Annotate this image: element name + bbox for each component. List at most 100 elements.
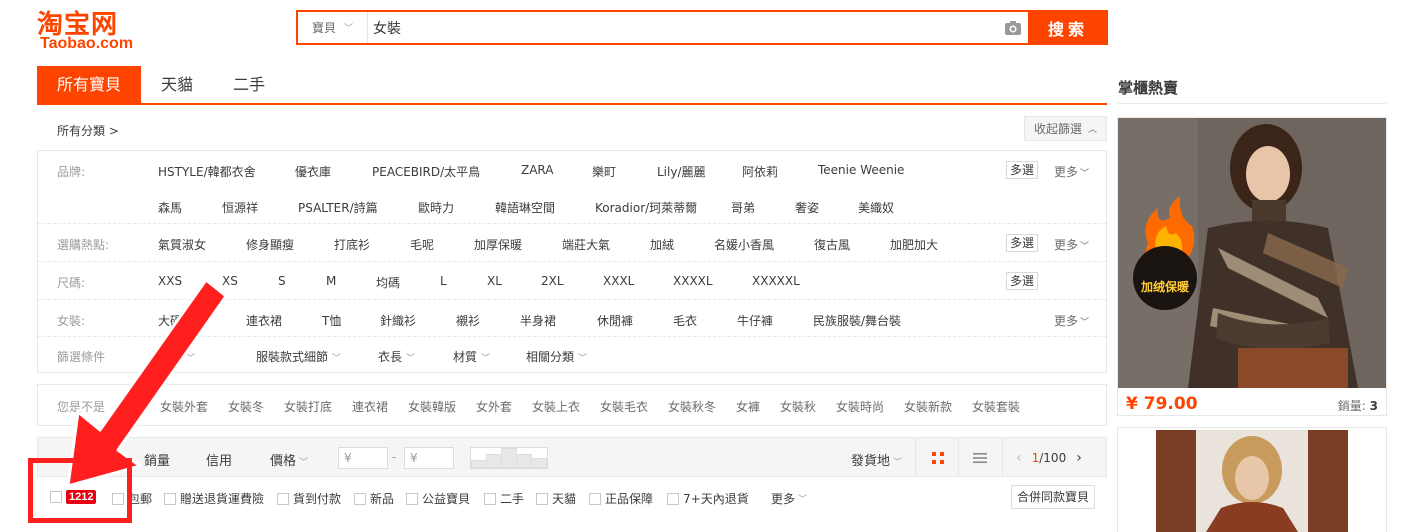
related-item[interactable]: 女裝上衣 [532, 398, 580, 415]
condition-dropdown[interactable]: 相關分類 ﹀ [526, 348, 587, 365]
hot-item[interactable]: 名媛小香風 [714, 236, 774, 253]
grid-view-icon[interactable] [930, 450, 946, 466]
size-item[interactable]: XXXL [603, 274, 634, 288]
checkbox[interactable] [667, 492, 679, 505]
brand-item[interactable]: Koradior/珂萊蒂爾 [595, 199, 697, 216]
service-7day-return[interactable]: 7+天內退貨 [667, 490, 749, 507]
product-card[interactable] [1117, 427, 1387, 532]
brand-item[interactable]: 優衣庫 [295, 163, 331, 180]
size-item[interactable]: S [278, 274, 286, 288]
hot-item[interactable]: 加厚保暖 [474, 236, 522, 253]
women-item[interactable]: 休閒褲 [597, 312, 633, 329]
brand-item[interactable]: 樂町 [592, 163, 616, 180]
size-item[interactable]: XS [222, 274, 238, 288]
size-item[interactable]: XL [487, 274, 502, 288]
brand-item[interactable]: Teenie Weenie [818, 163, 904, 177]
tab-tmall[interactable]: 天貓 [141, 66, 213, 103]
condition-dropdown[interactable]: 齡 ﹀ [170, 348, 195, 365]
brand-item[interactable]: 哥弟 [731, 199, 755, 216]
collapse-filters-button[interactable]: 收起篩選 ︿ [1024, 116, 1107, 141]
search-category-select[interactable]: 寶貝 ﹀ [298, 12, 368, 43]
multi-select-button[interactable]: 多選 [1006, 234, 1038, 252]
more-button[interactable]: 更多 ﹀ [1054, 312, 1089, 329]
hot-item[interactable]: 打底衫 [334, 236, 370, 253]
ship-from-dropdown[interactable]: 發貨地 ﹀ [851, 450, 902, 469]
search-input[interactable] [368, 12, 998, 43]
related-item[interactable]: 女裝冬 [228, 398, 264, 415]
women-item[interactable]: 毛衣 [673, 312, 697, 329]
brand-item[interactable]: 奢姿 [795, 199, 819, 216]
women-item[interactable]: 針織衫 [380, 312, 416, 329]
service-charity[interactable]: 公益寶貝 [406, 490, 470, 507]
women-item[interactable]: 民族服裝/舞台裝 [813, 312, 901, 329]
multi-select-button[interactable]: 多選 [1006, 161, 1038, 179]
related-item[interactable]: 女裝新款 [904, 398, 952, 415]
service-return-insurance[interactable]: 贈送退貨運費險 [164, 490, 264, 507]
price-histogram[interactable] [470, 447, 548, 469]
product-card[interactable]: 加绒保暖 ¥ 79.00 銷量: 3 [1117, 117, 1387, 416]
product-image[interactable] [1156, 430, 1348, 532]
hot-item[interactable]: 復古風 [814, 236, 850, 253]
checkbox[interactable] [484, 492, 496, 505]
brand-item[interactable]: 韓語琳空間 [495, 199, 555, 216]
service-cod[interactable]: 貨到付款 [277, 490, 341, 507]
related-item[interactable]: 女裝打底 [284, 398, 332, 415]
more-button[interactable]: 更多 ﹀ [1054, 236, 1089, 253]
size-item[interactable]: M [326, 274, 336, 288]
service-more[interactable]: 更多 ﹀ [771, 490, 807, 507]
service-genuine[interactable]: 正品保障 [589, 490, 653, 507]
women-item[interactable]: 連衣裙 [246, 312, 282, 329]
sort-credit[interactable]: 信用 [206, 450, 232, 469]
list-view-icon[interactable] [972, 450, 988, 466]
price-min-input[interactable]: ¥ [338, 447, 388, 469]
breadcrumb[interactable]: 所有分類 > [57, 122, 119, 139]
checkbox[interactable] [589, 492, 601, 505]
related-item[interactable]: 女裝秋 [780, 398, 816, 415]
brand-item[interactable]: 森馬 [158, 199, 182, 216]
hot-item[interactable]: 端莊大氣 [562, 236, 610, 253]
checkbox[interactable] [277, 492, 289, 505]
service-tmall[interactable]: 天貓 [536, 490, 576, 507]
brand-item[interactable]: 恒源祥 [222, 199, 258, 216]
next-page-icon[interactable]: › [1076, 450, 1082, 466]
brand-item[interactable]: 美織奴 [858, 199, 894, 216]
tab-secondhand[interactable]: 二手 [213, 66, 285, 103]
women-item[interactable]: T恤 [322, 312, 341, 329]
hot-item[interactable]: 加肥加大 [890, 236, 938, 253]
service-new[interactable]: 新品 [354, 490, 394, 507]
hot-item[interactable]: 毛呢 [410, 236, 434, 253]
related-item[interactable]: 連衣裙 [352, 398, 388, 415]
brand-item[interactable]: HSTYLE/韓都衣舍 [158, 163, 256, 180]
size-item[interactable]: XXXXXL [752, 274, 800, 288]
multi-select-button[interactable]: 多選 [1006, 272, 1038, 290]
taobao-logo[interactable]: 淘宝网 Taobao.com [37, 4, 147, 52]
women-item[interactable]: 牛仔褲 [737, 312, 773, 329]
checkbox[interactable] [536, 492, 548, 505]
hot-item[interactable]: 加絨 [650, 236, 674, 253]
women-item[interactable]: 半身裙 [520, 312, 556, 329]
related-item[interactable]: 女褲 [736, 398, 760, 415]
size-item[interactable]: 2XL [541, 274, 564, 288]
product-image[interactable]: 加绒保暖 [1118, 118, 1386, 388]
tab-all[interactable]: 所有寶貝 [37, 66, 142, 103]
hot-item[interactable]: 氣質淑女 [158, 236, 206, 253]
checkbox[interactable] [406, 492, 418, 505]
prev-page-icon[interactable]: ‹ [1016, 450, 1022, 466]
brand-item[interactable]: PSALTER/詩篇 [298, 199, 378, 216]
condition-dropdown[interactable]: 衣長 ﹀ [378, 348, 415, 365]
related-item[interactable]: 女裝秋冬 [668, 398, 716, 415]
service-secondhand[interactable]: 二手 [484, 490, 524, 507]
related-item[interactable]: 女裝套裝 [972, 398, 1020, 415]
hot-item[interactable]: 修身顯瘦 [246, 236, 294, 253]
condition-dropdown[interactable]: 服裝款式細節 ﹀ [256, 348, 341, 365]
brand-item[interactable]: Lily/麗麗 [657, 163, 706, 180]
condition-dropdown[interactable]: 材質 ﹀ [453, 348, 490, 365]
size-item[interactable]: 均碼 [376, 274, 400, 291]
checkbox[interactable] [164, 492, 176, 505]
related-item[interactable]: 女裝外套 [160, 398, 208, 415]
more-button[interactable]: 更多 ﹀ [1054, 163, 1089, 180]
brand-item[interactable]: ZARA [521, 163, 554, 177]
merge-same-items-button[interactable]: 合併同款寶貝 [1011, 485, 1095, 509]
women-item[interactable]: 大碼女 [158, 312, 194, 329]
size-item[interactable]: XXS [158, 274, 182, 288]
